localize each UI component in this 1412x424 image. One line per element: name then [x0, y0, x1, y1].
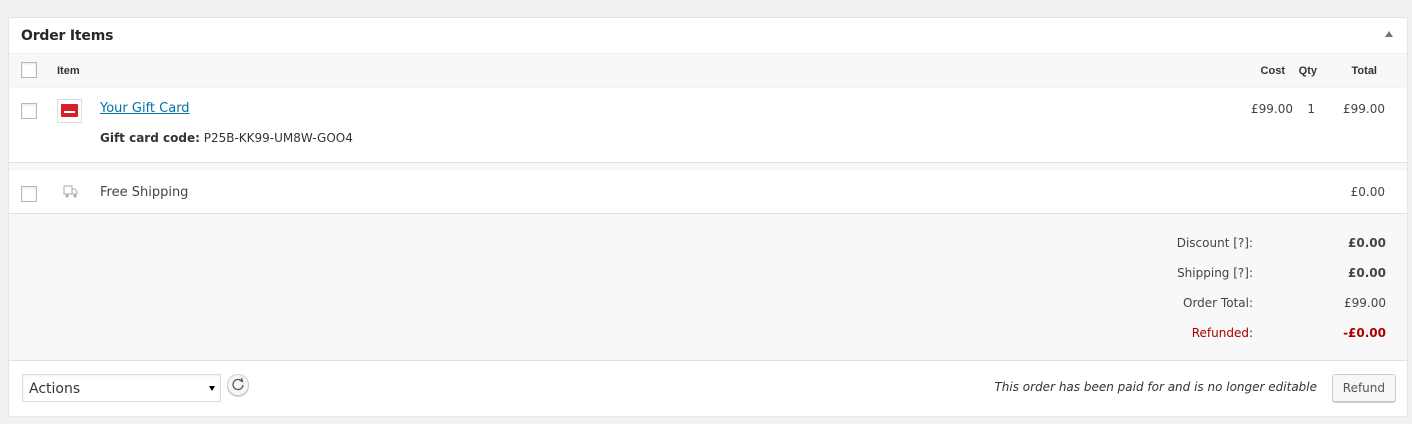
- line-item-cost: £99.00: [1251, 102, 1293, 116]
- header-qty: Qty: [1298, 65, 1317, 77]
- panel-footer: Actions This order has been paid for and…: [9, 361, 1407, 416]
- refunded-value: -£0.00: [1343, 326, 1386, 340]
- chevron-down-icon: [209, 386, 215, 391]
- shipping-total: £0.00: [1350, 185, 1385, 199]
- refresh-icon: [232, 377, 244, 391]
- refunded-label: Refunded:: [1191, 326, 1253, 340]
- panel-header: Order Items: [9, 18, 1407, 54]
- refund-button[interactable]: Refund: [1331, 374, 1396, 402]
- bulk-actions-select[interactable]: Actions: [22, 374, 221, 402]
- shipping-label: Shipping [?]:: [1177, 266, 1253, 280]
- line-item-row: Your Gift Card Gift card code: P25B-KK99…: [9, 88, 1407, 163]
- select-all-checkbox[interactable]: [21, 62, 37, 78]
- header-item: Item: [57, 65, 80, 77]
- line-item-total: £99.00: [1343, 102, 1385, 116]
- gift-card-code-label: Gift card code:: [100, 131, 200, 145]
- product-link[interactable]: Your Gift Card: [100, 101, 190, 116]
- panel-title: Order Items: [21, 28, 114, 44]
- discount-label: Discount [?]:: [1176, 236, 1253, 250]
- order-items-panel: Order Items Item Cost Qty Total Your Gif…: [8, 17, 1408, 416]
- order-total-value: £99.00: [1344, 296, 1386, 310]
- row-spacer: [9, 163, 1407, 171]
- order-totals: Discount [?]: £0.00 Shipping [?]: £0.00 …: [9, 214, 1407, 361]
- discount-value: £0.00: [1348, 236, 1386, 250]
- truck-icon: [63, 185, 78, 198]
- gift-card-meta: Gift card code: P25B-KK99-UM8W-GOO4: [100, 131, 353, 145]
- shipping-checkbox[interactable]: [21, 186, 37, 202]
- bulk-actions-selected: Actions: [29, 381, 81, 397]
- header-cost: Cost: [1260, 65, 1285, 77]
- collapse-toggle-icon[interactable]: [1385, 31, 1393, 37]
- not-editable-note: This order has been paid for and is no l…: [994, 380, 1317, 394]
- table-header: Item Cost Qty Total: [9, 54, 1407, 88]
- line-item-checkbox[interactable]: [21, 103, 37, 119]
- gift-card-code-value: P25B-KK99-UM8W-GOO4: [203, 131, 353, 145]
- gift-card-thumbnail: [57, 99, 82, 123]
- header-total: Total: [1351, 65, 1377, 77]
- shipping-method-name: Free Shipping: [100, 185, 189, 200]
- refresh-button[interactable]: [227, 374, 249, 396]
- order-total-label: Order Total:: [1183, 296, 1253, 310]
- shipping-value: £0.00: [1348, 266, 1386, 280]
- shipping-row: Free Shipping £0.00: [9, 171, 1407, 214]
- line-item-qty: 1: [1307, 102, 1315, 116]
